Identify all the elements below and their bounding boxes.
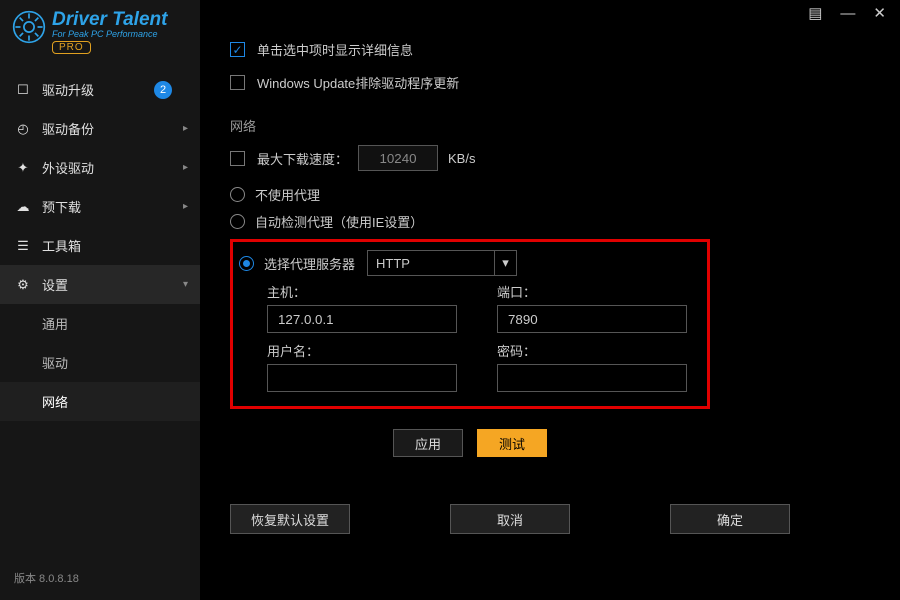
- menu-icon[interactable]: ▤: [808, 6, 822, 26]
- restore-defaults-button[interactable]: 恢复默认设置: [230, 504, 350, 534]
- label-username: 用户名：: [267, 341, 457, 360]
- pro-badge: PRO: [52, 41, 91, 54]
- clock-icon: ◴: [14, 121, 32, 137]
- cancel-button[interactable]: 取消: [450, 504, 570, 534]
- subnav-network[interactable]: 网络: [0, 382, 200, 421]
- main-panel: 单击选中项时显示详细信息 Windows Update排除驱动程序更新 网络 最…: [200, 0, 900, 600]
- nav-label: 驱动升级: [42, 80, 94, 99]
- test-button[interactable]: 测试: [477, 429, 547, 457]
- app-subtitle: For Peak PC Performance: [52, 29, 158, 39]
- gear-logo-icon: [12, 10, 46, 44]
- label-no-proxy: 不使用代理: [255, 185, 320, 204]
- nav: ☐ 驱动升级 2 ◴ 驱动备份 ▸ ✦ 外设驱动 ▸ ☁ 预下载 ▸ ☰ 工具箱: [0, 70, 200, 560]
- label-show-details: 单击选中项时显示详细信息: [257, 40, 413, 59]
- app-title: Driver Talent: [52, 10, 167, 29]
- toolbox-icon: ☰: [14, 238, 32, 254]
- input-username[interactable]: [267, 364, 457, 392]
- radio-no-proxy[interactable]: [230, 187, 245, 202]
- cloud-icon: ☁: [14, 199, 32, 215]
- nav-backup[interactable]: ◴ 驱动备份 ▸: [0, 109, 200, 148]
- chevron-right-icon: ▸: [183, 162, 188, 173]
- subnav-driver[interactable]: 驱动: [0, 343, 200, 382]
- label-host: 主机：: [267, 282, 457, 301]
- input-password[interactable]: [497, 364, 687, 392]
- checkbox-max-dl[interactable]: [230, 151, 245, 166]
- select-protocol[interactable]: HTTP ▾: [367, 250, 517, 276]
- nav-label: 设置: [42, 275, 68, 294]
- chevron-right-icon: ▸: [183, 201, 188, 212]
- nav-label: 外设驱动: [42, 158, 94, 177]
- input-max-dl[interactable]: [358, 145, 438, 171]
- subnav-general[interactable]: 通用: [0, 304, 200, 343]
- nav-label: 工具箱: [42, 236, 81, 255]
- label-max-dl: 最大下载速度：: [257, 149, 348, 168]
- radio-select-proxy[interactable]: [239, 256, 254, 271]
- monitor-icon: ☐: [14, 82, 32, 98]
- section-network-title: 网络: [230, 116, 870, 135]
- chevron-down-icon: ▾: [494, 251, 516, 275]
- chevron-right-icon: ▸: [183, 123, 188, 134]
- label-select-proxy: 选择代理服务器: [264, 254, 355, 273]
- radio-auto-proxy[interactable]: [230, 214, 245, 229]
- unit-kbps: KB/s: [448, 151, 475, 166]
- proxy-highlight-box: 选择代理服务器 HTTP ▾ 主机： 端口： 用户名：: [230, 239, 710, 409]
- nav-label: 驱动备份: [42, 119, 94, 138]
- ok-button[interactable]: 确定: [670, 504, 790, 534]
- nav-settings[interactable]: ⚙ 设置 ▾: [0, 265, 200, 304]
- nav-toolbox[interactable]: ☰ 工具箱: [0, 226, 200, 265]
- label-auto-proxy: 自动检测代理（使用IE设置）: [255, 212, 423, 231]
- apply-button[interactable]: 应用: [393, 429, 463, 457]
- label-exclude-wu: Windows Update排除驱动程序更新: [257, 73, 459, 92]
- close-icon[interactable]: ✕: [873, 6, 886, 26]
- nav-label: 预下载: [42, 197, 81, 216]
- version-label: 版本 8.0.8.18: [0, 560, 200, 600]
- minimize-icon[interactable]: —: [840, 6, 855, 26]
- sidebar: Driver Talent For Peak PC Performance PR…: [0, 0, 200, 600]
- nav-peripheral[interactable]: ✦ 外设驱动 ▸: [0, 148, 200, 187]
- select-protocol-value: HTTP: [376, 256, 410, 271]
- gear-icon: ⚙: [14, 277, 32, 293]
- nav-upgrade[interactable]: ☐ 驱动升级 2: [0, 70, 200, 109]
- usb-icon: ✦: [14, 160, 32, 176]
- nav-predownload[interactable]: ☁ 预下载 ▸: [0, 187, 200, 226]
- label-port: 端口：: [497, 282, 687, 301]
- input-host[interactable]: [267, 305, 457, 333]
- checkbox-exclude-wu[interactable]: [230, 75, 245, 90]
- checkbox-show-details[interactable]: [230, 42, 245, 57]
- chevron-down-icon: ▾: [183, 279, 188, 290]
- badge-count: 2: [154, 81, 172, 99]
- logo: Driver Talent For Peak PC Performance PR…: [0, 0, 200, 70]
- label-password: 密码：: [497, 341, 687, 360]
- input-port[interactable]: [497, 305, 687, 333]
